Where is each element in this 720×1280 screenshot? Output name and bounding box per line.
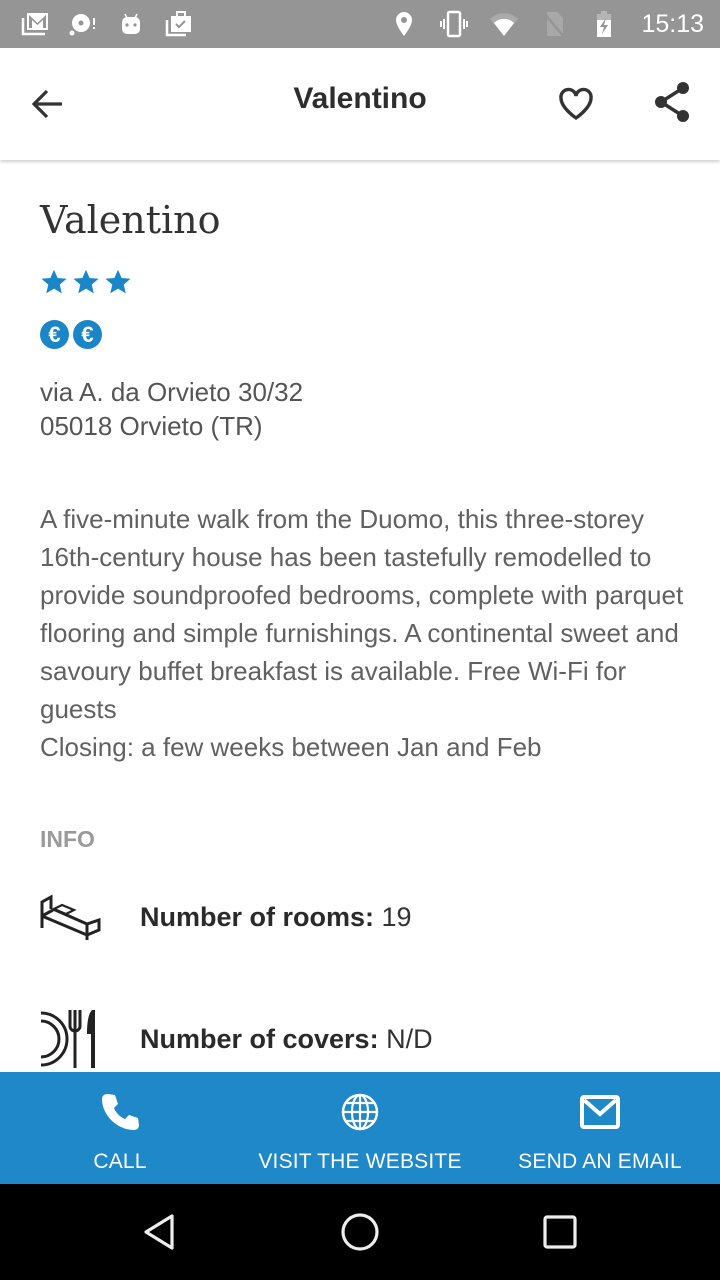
nav-home-icon <box>341 1213 379 1251</box>
call-label: CALL <box>93 1150 147 1173</box>
call-button[interactable]: CALL <box>0 1072 240 1184</box>
no-sim-icon <box>537 9 571 39</box>
euro-icon: € <box>40 320 69 349</box>
battery-charging-icon <box>587 9 621 39</box>
address-line-1: via A. da Orvieto 30/32 <box>40 377 304 407</box>
star-icon <box>73 269 99 294</box>
venue-description: A five-minute walk from the Duomo, this … <box>40 500 700 766</box>
app-bar: Valentino <box>0 48 720 160</box>
bed-icon <box>40 886 102 948</box>
nav-back-button[interactable] <box>136 1208 184 1256</box>
nav-back-icon <box>144 1214 174 1250</box>
venue-address: via A. da Orvieto 30/32 05018 Orvieto (T… <box>40 375 303 443</box>
location-icon <box>387 9 421 39</box>
sync-alert-icon <box>66 9 100 39</box>
share-button[interactable] <box>648 78 696 126</box>
work-briefcase-icon <box>162 9 196 39</box>
covers-label: Number of covers: <box>140 1023 379 1054</box>
back-button[interactable] <box>24 80 72 128</box>
covers-value: N/D <box>386 1023 433 1054</box>
contact-action-bar: CALL VISIT THE WEBSITE SEND AN EMAIL <box>0 1072 720 1184</box>
address-line-2: 05018 Orvieto (TR) <box>40 411 263 441</box>
arrow-left-icon <box>31 89 62 119</box>
send-email-button[interactable]: SEND AN EMAIL <box>480 1072 720 1184</box>
euro-icon: € <box>73 320 102 349</box>
plate-cutlery-icon <box>40 1008 102 1070</box>
star-icon <box>41 269 67 294</box>
star-rating <box>40 268 132 296</box>
send-email-label: SEND AN EMAIL <box>518 1150 682 1173</box>
mail-icon <box>578 1090 622 1134</box>
rooms-label: Number of rooms: <box>140 901 375 932</box>
favorite-button[interactable] <box>552 80 600 128</box>
covers-text: Number of covers: N/D <box>140 1024 433 1055</box>
nav-home-button[interactable] <box>336 1208 384 1256</box>
venue-name: Valentino <box>40 198 221 242</box>
price-level: € € <box>40 320 102 349</box>
status-bar: 15:13 <box>0 0 720 48</box>
vibrate-icon <box>437 9 471 39</box>
share-icon <box>655 82 689 122</box>
star-icon <box>105 269 131 294</box>
rooms-text: Number of rooms: 19 <box>140 902 412 933</box>
gmail-icon <box>18 9 52 39</box>
venue-detail: Valentino € € via A. da Orvieto 30/32 05… <box>0 160 720 1072</box>
nav-recents-icon <box>543 1215 577 1249</box>
visit-website-button[interactable]: VISIT THE WEBSITE <box>240 1072 480 1184</box>
globe-icon <box>338 1090 382 1134</box>
page-title: Valentino <box>293 82 427 115</box>
visit-website-label: VISIT THE WEBSITE <box>258 1150 462 1173</box>
android-icon <box>114 9 148 39</box>
rooms-value: 19 <box>381 901 412 932</box>
info-row-rooms: Number of rooms: 19 <box>40 886 412 948</box>
heart-outline-icon <box>559 87 593 121</box>
status-clock: 15:13 <box>641 9 704 38</box>
wifi-icon <box>487 9 521 39</box>
phone-icon <box>98 1090 142 1134</box>
info-section-label: INFO <box>40 826 95 852</box>
system-nav-bar <box>0 1184 720 1280</box>
closing-text: Closing: a few weeks between Jan and Feb <box>40 732 542 762</box>
nav-recents-button[interactable] <box>536 1208 584 1256</box>
description-text: A five-minute walk from the Duomo, this … <box>40 504 684 724</box>
info-row-covers: Number of covers: N/D <box>40 1008 433 1070</box>
